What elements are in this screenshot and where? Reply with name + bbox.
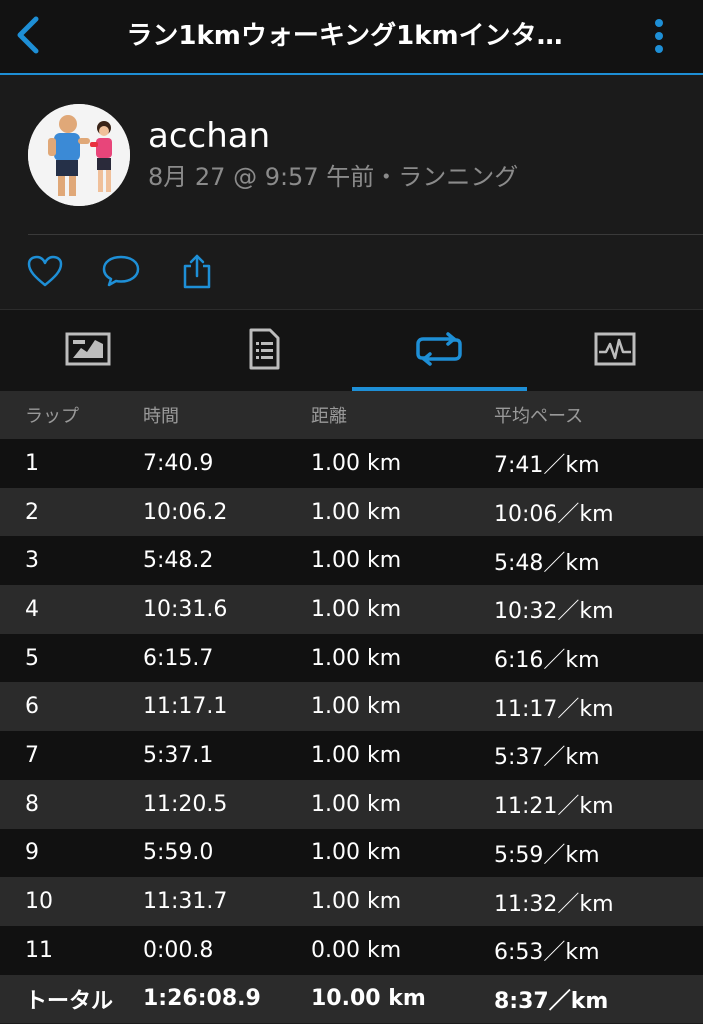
table-row: 4 10:31.6 1.00 km 10:32／km [0, 585, 703, 634]
table-row: 5 6:15.7 1.00 km 6:16／km [0, 633, 703, 683]
lap-distance: 1.00 km [311, 889, 402, 915]
map-icon [65, 332, 111, 370]
lap-distance: 1.00 km [311, 694, 402, 720]
table-row: 11 0:00.8 0.00 km 6:53／km [0, 925, 703, 975]
column-header-lap: ラップ [25, 406, 79, 427]
menu-dot [655, 45, 663, 53]
lap-pace: 6:16／km [494, 648, 600, 674]
lap-number: 10 [25, 889, 53, 915]
lap-number: 7 [25, 742, 39, 768]
lap-time: 5:37.1 [143, 742, 214, 768]
lap-pace: 11:21／km [494, 794, 614, 820]
column-header-distance: 距離 [311, 406, 347, 427]
lap-number: 11 [25, 937, 53, 963]
share-icon[interactable] [178, 252, 216, 290]
lap-time: 5:48.2 [143, 548, 214, 574]
lap-number: 1 [25, 450, 39, 476]
lap-time: 7:40.9 [143, 450, 214, 476]
table-row: 1 7:40.9 1.00 km 7:41／km [0, 439, 703, 488]
lap-number: 6 [25, 694, 39, 720]
lap-distance: 1.00 km [311, 791, 402, 817]
activity-date-type: 8月 27 @ 9:57 午前・ランニング [148, 163, 519, 191]
menu-dot [655, 19, 663, 27]
page-title: ラン1kmウォーキング1kmインタ… [126, 21, 563, 51]
lap-time: 5:59.0 [143, 840, 214, 866]
heart-icon[interactable] [26, 252, 64, 290]
details-icon [248, 328, 280, 374]
activity-tabs [0, 309, 703, 391]
activity-profile: acchan 8月 27 @ 9:57 午前・ランニング [0, 75, 703, 309]
laps-icon [416, 331, 463, 370]
total-distance: 10.00 km [311, 986, 426, 1012]
lap-number: 9 [25, 840, 39, 866]
lap-pace: 10:06／km [494, 502, 614, 528]
back-chevron-icon[interactable] [8, 10, 48, 60]
total-row: トータル 1:26:08.9 10.00 km 8:37／km [0, 974, 703, 1024]
lap-time: 10:31.6 [143, 596, 228, 622]
social-actions [26, 251, 216, 291]
table-row: 2 10:06.2 1.00 km 10:06／km [0, 487, 703, 537]
more-vertical-icon[interactable] [649, 14, 669, 58]
tab-details[interactable] [176, 310, 352, 391]
column-header-avg-pace: 平均ペース [494, 406, 584, 427]
lap-distance: 1.00 km [311, 548, 402, 574]
lap-pace: 7:41／km [494, 453, 600, 479]
lap-distance: 1.00 km [311, 450, 402, 476]
lap-distance: 0.00 km [311, 937, 402, 963]
lap-number: 4 [25, 596, 39, 622]
lap-distance: 1.00 km [311, 645, 402, 671]
lap-number: 8 [25, 791, 39, 817]
lap-pace: 5:48／km [494, 550, 600, 576]
tab-map[interactable] [0, 310, 176, 391]
column-header-time: 時間 [143, 406, 179, 427]
lap-time: 11:17.1 [143, 694, 228, 720]
lap-pace: 11:32／km [494, 891, 614, 917]
comment-icon[interactable] [102, 252, 140, 290]
lap-time: 0:00.8 [143, 937, 214, 963]
lap-pace: 5:37／km [494, 745, 600, 771]
lap-time: 11:20.5 [143, 791, 228, 817]
tab-laps[interactable] [351, 310, 528, 391]
lap-distance: 1.00 km [311, 596, 402, 622]
lap-pace: 10:32／km [494, 599, 614, 625]
total-label: トータル [25, 988, 114, 1014]
table-row: 7 5:37.1 1.00 km 5:37／km [0, 731, 703, 780]
lap-distance: 1.00 km [311, 499, 402, 525]
lap-distance: 1.00 km [311, 840, 402, 866]
lap-number: 2 [25, 499, 39, 525]
table-row: 10 11:31.7 1.00 km 11:32／km [0, 877, 703, 926]
laps-table-header: ラップ 時間 距離 平均ペース [0, 391, 703, 439]
lap-number: 3 [25, 548, 39, 574]
total-time: 1:26:08.9 [143, 986, 261, 1012]
menu-dot [655, 32, 663, 40]
lap-distance: 1.00 km [311, 742, 402, 768]
lap-pace: 5:59／km [494, 842, 600, 868]
chart-icon [594, 332, 636, 370]
lap-number: 5 [25, 645, 39, 671]
lap-time: 11:31.7 [143, 889, 228, 915]
lap-pace: 6:53／km [494, 940, 600, 966]
lap-time: 10:06.2 [143, 499, 228, 525]
lap-pace: 11:17／km [494, 696, 614, 722]
laps-table: 1 7:40.9 1.00 km 7:41／km 2 10:06.2 1.00 … [0, 439, 703, 1024]
lap-time: 6:15.7 [143, 645, 214, 671]
tab-charts[interactable] [527, 310, 703, 391]
total-pace: 8:37／km [494, 988, 609, 1014]
username[interactable]: acchan [148, 115, 270, 157]
avatar[interactable] [28, 104, 130, 206]
divider [28, 234, 703, 235]
top-bar: ラン1kmウォーキング1kmインタ… [0, 0, 703, 75]
table-row: 8 11:20.5 1.00 km 11:21／km [0, 779, 703, 829]
table-row: 9 5:59.0 1.00 km 5:59／km [0, 828, 703, 878]
table-row: 3 5:48.2 1.00 km 5:48／km [0, 536, 703, 586]
table-row: 6 11:17.1 1.00 km 11:17／km [0, 682, 703, 732]
